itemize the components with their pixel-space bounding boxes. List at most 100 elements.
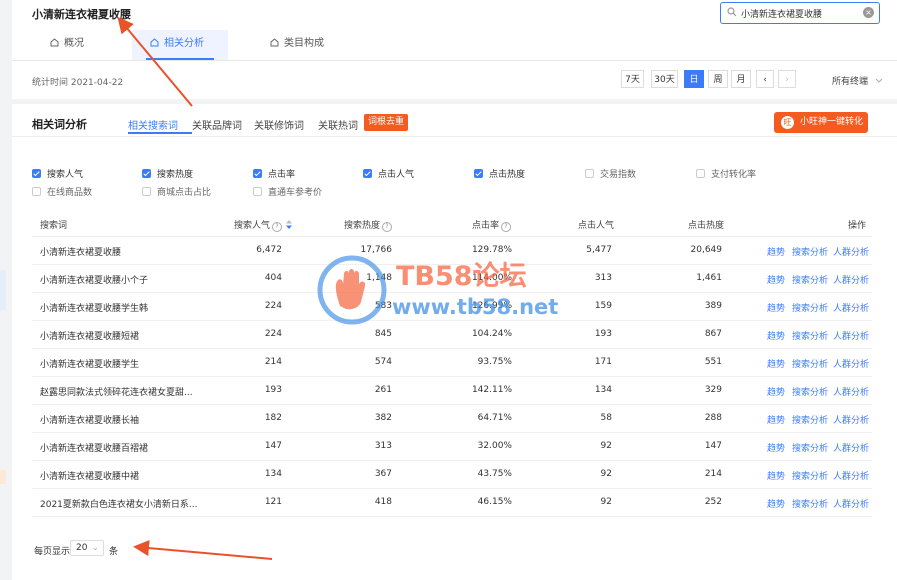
main-tabs: 概况 相关分析 类目构成 [12, 30, 897, 61]
range-month-button[interactable]: 月 [731, 70, 751, 88]
side-accent [0, 270, 6, 310]
subtab-related-search[interactable]: 相关搜索词 [128, 117, 178, 132]
cell-click-pop: 171 [594, 357, 612, 367]
metric-option[interactable]: 搜索人气 [32, 167, 83, 180]
col-ctr[interactable]: 点击率? [472, 218, 512, 232]
trend-link[interactable]: 趋势 [767, 245, 785, 258]
checkbox[interactable] [253, 169, 262, 178]
search-value: 小清新连衣裙夏收腰 [741, 10, 823, 20]
table-row: 赵露思同款法式领碎花连衣裙女夏甜... 193 261 142.11% 134 … [32, 376, 872, 405]
col-search-pop[interactable]: 搜索人气? [234, 218, 293, 232]
cell-ctr: 46.15% [477, 497, 512, 507]
checkbox[interactable] [32, 187, 41, 196]
tab-related-analysis[interactable]: 相关分析 [150, 30, 204, 59]
chevron-down-icon: ⌄ [91, 543, 99, 553]
crowd-analysis-link[interactable]: 人群分析 [833, 357, 869, 370]
search-analysis-link[interactable]: 搜索分析 [792, 469, 828, 482]
metric-option[interactable]: 交易指数 [585, 167, 636, 180]
crowd-analysis-link[interactable]: 人群分析 [833, 301, 869, 314]
checkbox[interactable] [363, 169, 372, 178]
crowd-analysis-link[interactable]: 人群分析 [833, 497, 869, 510]
checkbox[interactable] [696, 169, 705, 178]
metric-label: 点击率 [268, 170, 296, 180]
cell-click-pop: 193 [594, 329, 612, 339]
subtab-hot[interactable]: 关联热词 [318, 117, 358, 132]
checkbox[interactable] [142, 169, 151, 178]
help-icon[interactable]: ? [272, 222, 283, 232]
search-analysis-link[interactable]: 搜索分析 [792, 273, 828, 286]
crowd-analysis-link[interactable]: 人群分析 [833, 273, 869, 286]
metric-option[interactable]: 商城点击占比 [142, 185, 211, 198]
trend-link[interactable]: 趋势 [767, 413, 785, 426]
metric-option[interactable]: 直通车参考价 [253, 185, 322, 198]
search-analysis-link[interactable]: 搜索分析 [792, 441, 828, 454]
cell-click-pop: 92 [600, 469, 612, 479]
metric-option[interactable]: 支付转化率 [696, 167, 756, 180]
checkbox[interactable] [142, 187, 151, 196]
range-week-button[interactable]: 周 [708, 70, 728, 88]
convert-button[interactable]: 旺 小旺神一键转化 [774, 112, 868, 133]
search-analysis-link[interactable]: 搜索分析 [792, 413, 828, 426]
cell-pop: 224 [264, 329, 282, 339]
trend-link[interactable]: 趋势 [767, 441, 785, 454]
tab-overview[interactable]: 概况 [50, 30, 84, 59]
metric-label: 搜索热度 [157, 170, 194, 180]
keyword-search-input[interactable]: 小清新连衣裙夏收腰 × [720, 2, 880, 24]
crowd-analysis-link[interactable]: 人群分析 [833, 385, 869, 398]
search-analysis-link[interactable]: 搜索分析 [792, 245, 828, 258]
root-dedupe-button[interactable]: 词根去重 [364, 114, 409, 131]
clear-icon[interactable]: × [863, 7, 874, 18]
cell-heat: 1,148 [366, 273, 392, 283]
metric-option[interactable]: 搜索热度 [142, 167, 193, 180]
table-row: 小清新连衣裙夏收腰中裙 134 367 43.75% 92 214 趋势 搜索分… [32, 460, 872, 489]
cell-ctr: 43.75% [477, 469, 512, 479]
cell-click-heat: 214 [704, 469, 722, 479]
checkbox[interactable] [585, 169, 594, 178]
crowd-analysis-link[interactable]: 人群分析 [833, 245, 869, 258]
search-analysis-link[interactable]: 搜索分析 [792, 301, 828, 314]
next-date-button[interactable]: › [778, 70, 796, 88]
search-analysis-link[interactable]: 搜索分析 [792, 385, 828, 398]
checkbox[interactable] [253, 187, 262, 196]
trend-link[interactable]: 趋势 [767, 385, 785, 398]
checkbox[interactable] [32, 169, 41, 178]
metric-option[interactable]: 点击率 [253, 167, 295, 180]
trend-link[interactable]: 趋势 [767, 273, 785, 286]
trend-link[interactable]: 趋势 [767, 497, 785, 510]
range-30d-button[interactable]: 30天 [651, 70, 678, 88]
metric-option[interactable]: 在线商品数 [32, 185, 92, 198]
search-analysis-link[interactable]: 搜索分析 [792, 329, 828, 342]
cell-pop: 6,472 [256, 245, 282, 255]
channel-select[interactable]: 所有终端 [832, 74, 883, 87]
col-search-heat[interactable]: 搜索热度? [344, 218, 393, 232]
metric-option[interactable]: 点击热度 [474, 167, 525, 180]
cell-click-heat: 20,649 [690, 245, 723, 255]
subtab-modifier[interactable]: 关联修饰词 [254, 117, 304, 132]
crowd-analysis-link[interactable]: 人群分析 [833, 469, 869, 482]
help-icon[interactable]: ? [382, 222, 393, 232]
prev-date-button[interactable]: ‹ [756, 70, 774, 88]
search-analysis-link[interactable]: 搜索分析 [792, 497, 828, 510]
help-icon[interactable]: ? [501, 222, 512, 232]
subtab-brand[interactable]: 关联品牌词 [192, 117, 242, 132]
metric-option[interactable]: 点击人气 [363, 167, 414, 180]
crowd-analysis-link[interactable]: 人群分析 [833, 413, 869, 426]
table-row: 小清新连衣裙夏收腰长袖 182 382 64.71% 58 288 趋势 搜索分… [32, 404, 872, 433]
cell-ctr: 104.24% [471, 329, 512, 339]
crowd-analysis-link[interactable]: 人群分析 [833, 441, 869, 454]
trend-link[interactable]: 趋势 [767, 357, 785, 370]
search-analysis-link[interactable]: 搜索分析 [792, 357, 828, 370]
range-7d-button[interactable]: 7天 [621, 70, 644, 88]
cell-ctr: 142.11% [471, 385, 512, 395]
tab-label: 概况 [64, 38, 84, 49]
page-size-select[interactable]: 20 ⌄ [70, 540, 104, 556]
sort-icon[interactable] [286, 220, 293, 229]
trend-link[interactable]: 趋势 [767, 329, 785, 342]
convert-label: 小旺神一键转化 [800, 117, 864, 127]
trend-link[interactable]: 趋势 [767, 469, 785, 482]
checkbox[interactable] [474, 169, 483, 178]
crowd-analysis-link[interactable]: 人群分析 [833, 329, 869, 342]
range-day-button[interactable]: 日 [684, 70, 704, 88]
tab-category-composition[interactable]: 类目构成 [270, 30, 324, 59]
trend-link[interactable]: 趋势 [767, 301, 785, 314]
